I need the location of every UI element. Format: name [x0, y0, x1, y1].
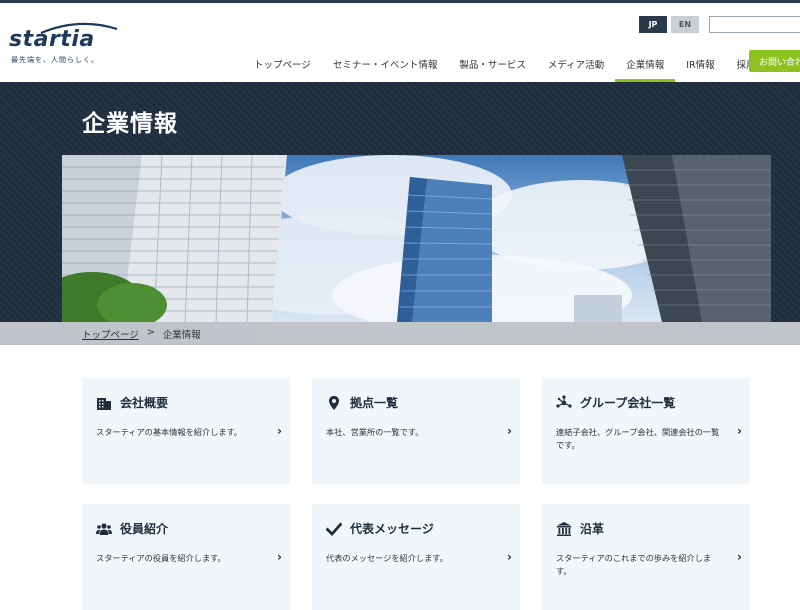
- page-title: 企業情報: [82, 111, 178, 137]
- hero-band: 企業情報: [0, 82, 800, 345]
- nav-item-top[interactable]: トップページ: [243, 49, 322, 79]
- chevron-right-icon: ›: [737, 424, 742, 438]
- card-description: 代表のメッセージを紹介します。: [326, 553, 448, 563]
- startia-logo[interactable]: startia 最先端を、人間らしく。: [9, 21, 129, 69]
- contact-button[interactable]: お問い合わせ: [749, 50, 800, 72]
- card-description: スターティアの基本情報を紹介します。: [96, 427, 243, 437]
- people-icon: [96, 521, 112, 537]
- nav-item-media[interactable]: メディア活動: [537, 49, 615, 79]
- chevron-right-icon: ›: [507, 424, 512, 438]
- card-title: 沿革: [580, 522, 605, 536]
- card-description: スターティアの役員を紹介します。: [96, 553, 226, 563]
- search-input[interactable]: [709, 16, 800, 33]
- card-title: 拠点一覧: [350, 396, 399, 410]
- card-title: 代表メッセージ: [350, 522, 434, 536]
- hero-image: [62, 155, 771, 322]
- card-title: 会社概要: [120, 396, 169, 410]
- lang-jp-button[interactable]: JP: [639, 16, 667, 33]
- breadcrumb-home-link[interactable]: トップページ: [82, 327, 139, 341]
- skyscraper-illustration: [62, 155, 771, 322]
- card-description: スターティアのこれまでの歩みを紹介します。: [556, 553, 712, 576]
- card-locations[interactable]: 拠点一覧 本社、営業所の一覧です。 ›: [312, 378, 520, 484]
- logo-tagline: 最先端を、人間らしく。: [11, 56, 99, 64]
- card-executives[interactable]: 役員紹介 スターティアの役員を紹介します。 ›: [82, 504, 290, 610]
- main-nav: トップページ セミナー・イベント情報 製品・サービス メディア活動 企業情報 I…: [243, 49, 786, 85]
- breadcrumb-separator: >: [146, 327, 155, 338]
- chevron-right-icon: ›: [507, 550, 512, 564]
- nav-item-seminar[interactable]: セミナー・イベント情報: [322, 49, 449, 79]
- card-group-companies[interactable]: グループ会社一覧 連結子会社、グループ会社、関連会社の一覧です。 ›: [542, 378, 750, 484]
- institution-icon: [556, 521, 572, 537]
- card-company-overview[interactable]: 会社概要 スターティアの基本情報を紹介します。 ›: [82, 378, 290, 484]
- card-description: 本社、営業所の一覧です。: [326, 427, 424, 437]
- card-ceo-message[interactable]: 代表メッセージ 代表のメッセージを紹介します。 ›: [312, 504, 520, 610]
- card-title: グループ会社一覧: [580, 396, 676, 410]
- chevron-right-icon: ›: [277, 424, 282, 438]
- chevron-right-icon: ›: [277, 550, 282, 564]
- map-pin-icon: [326, 395, 342, 411]
- lang-en-button[interactable]: EN: [671, 16, 699, 33]
- card-title: 役員紹介: [120, 522, 169, 536]
- card-history[interactable]: 沿革 スターティアのこれまでの歩みを紹介します。 ›: [542, 504, 750, 610]
- nav-item-company[interactable]: 企業情報: [615, 49, 676, 82]
- logo-wordmark: startia: [9, 27, 95, 52]
- chevron-right-icon: ›: [737, 550, 742, 564]
- nav-item-products[interactable]: 製品・サービス: [448, 49, 537, 79]
- breadcrumb: トップページ > 企業情報: [0, 322, 800, 345]
- nav-item-ir[interactable]: IR情報: [675, 49, 725, 79]
- network-icon: [556, 394, 572, 411]
- check-icon: [326, 521, 342, 537]
- card-description: 連結子会社、グループ会社、関連会社の一覧です。: [556, 427, 720, 450]
- building-icon: [96, 395, 112, 411]
- breadcrumb-current: 企業情報: [162, 330, 201, 341]
- site-header: startia 最先端を、人間らしく。 JP EN トップページ セミナー・イベ…: [0, 3, 800, 82]
